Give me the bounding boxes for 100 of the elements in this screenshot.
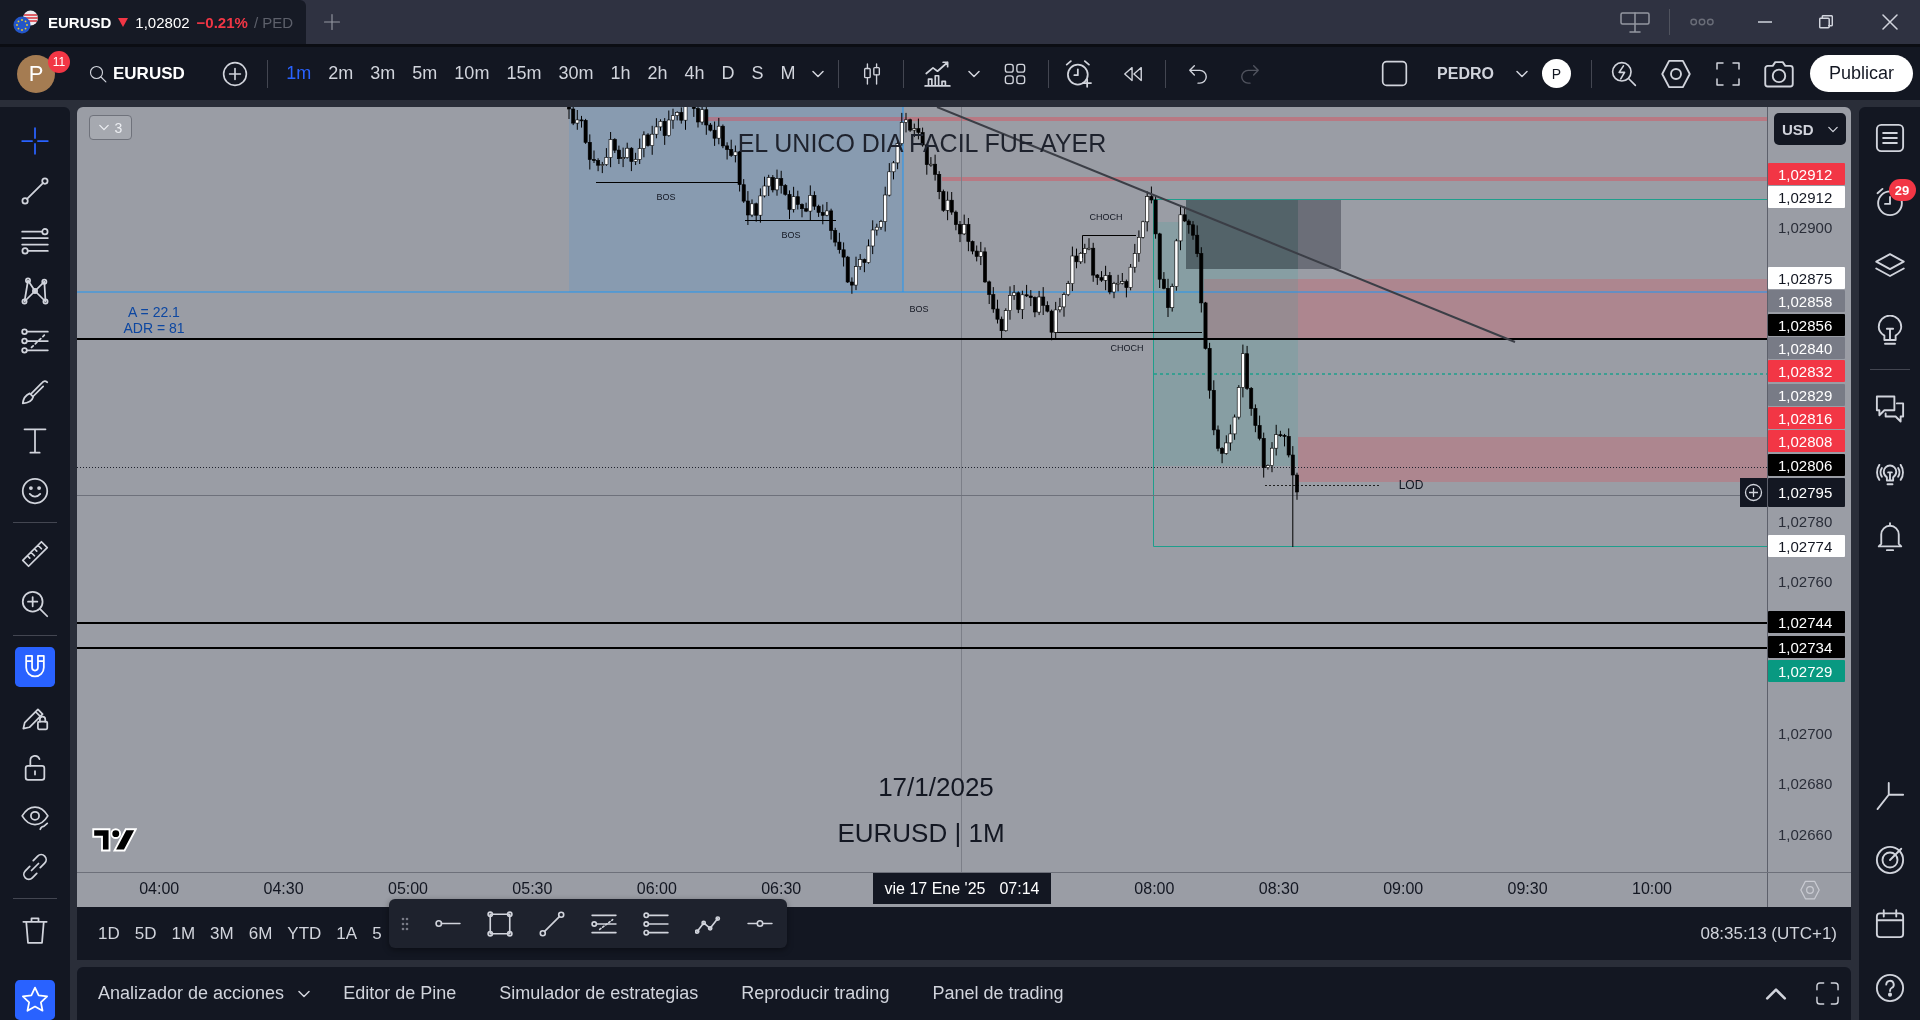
clock-time[interactable]: 08:35:13 (UTC+1)	[1700, 923, 1837, 944]
interval-button[interactable]: D	[713, 56, 743, 91]
brush-icon[interactable]	[21, 377, 49, 405]
chat-icon[interactable]	[1874, 394, 1905, 424]
close-icon[interactable]	[1882, 14, 1898, 30]
range-button[interactable]: 3M	[210, 923, 234, 944]
maximize-icon[interactable]	[1816, 982, 1839, 1005]
interval-button[interactable]: M	[772, 56, 804, 91]
drag-handle-icon[interactable]	[401, 916, 409, 931]
candles-icon[interactable]	[861, 62, 883, 85]
price-label: 1,02829	[1768, 384, 1845, 406]
chevron-up-icon[interactable]	[1764, 986, 1788, 1001]
price-label: 1,02808	[1768, 430, 1845, 452]
interval-button[interactable]: 5m	[403, 56, 446, 91]
price-tick: 1,02900	[1778, 219, 1833, 237]
search-icon	[89, 64, 107, 83]
currency-button[interactable]: USD	[1774, 113, 1846, 145]
alarm-clock-plus-icon[interactable]	[1065, 59, 1093, 88]
interval-button[interactable]: 2m	[319, 56, 362, 91]
help-icon[interactable]	[1874, 973, 1905, 1003]
price-tick: 1,02760	[1778, 573, 1833, 591]
range-button[interactable]: 1D	[98, 923, 120, 944]
grid-icon[interactable]	[1004, 62, 1026, 85]
chart-date: 17/1/2025	[878, 771, 994, 803]
range-button[interactable]: 1M	[171, 923, 196, 944]
interval-button[interactable]: 2h	[638, 56, 676, 91]
zoom-in-icon[interactable]	[21, 590, 49, 618]
interval-button[interactable]: S	[743, 56, 772, 91]
horizontal-line-icon[interactable]	[747, 918, 773, 929]
panel-tab[interactable]: Editor de Pine	[343, 983, 457, 1004]
interval-button[interactable]: 1h	[601, 56, 639, 91]
range-button[interactable]: YTD	[287, 923, 322, 944]
time-tick: 06:30	[761, 880, 802, 898]
symbol-search-button[interactable]: EURUSD	[89, 63, 185, 84]
calendar-icon[interactable]	[1874, 909, 1905, 939]
layout-name-button[interactable]: PEDRO	[1437, 64, 1494, 83]
panel-tab[interactable]: Simulador de estrategias	[499, 983, 699, 1004]
interval-button[interactable]: 3m	[361, 56, 404, 91]
currency-label: USD	[1782, 120, 1814, 138]
undo-icon[interactable]	[1187, 62, 1209, 85]
price-label: 1,02912	[1768, 163, 1845, 185]
eye-icon[interactable]	[21, 803, 49, 831]
layout-name: / PED	[253, 13, 294, 31]
chevron-down-icon[interactable]	[1515, 69, 1528, 78]
parallel-lines-icon[interactable]	[643, 910, 669, 937]
settings-icon[interactable]	[1660, 58, 1691, 89]
lightning-search-icon[interactable]	[1610, 60, 1637, 87]
forecast-icon[interactable]	[21, 327, 49, 355]
account-avatar[interactable]: P	[1541, 59, 1571, 88]
list-icon[interactable]	[1874, 123, 1905, 153]
text-icon[interactable]	[21, 427, 49, 455]
more-icon[interactable]	[1690, 18, 1714, 26]
horizontal-lines-icon[interactable]	[21, 227, 49, 255]
price-label: 1,02816	[1768, 407, 1845, 429]
angle-line-icon[interactable]	[1874, 781, 1905, 811]
fullscreen-icon[interactable]	[1715, 61, 1740, 86]
time-tick: 09:00	[1383, 880, 1424, 898]
pattern-icon[interactable]	[21, 277, 49, 305]
crosshair-time: 07:14	[999, 879, 1040, 898]
range-button[interactable]: 5	[372, 923, 382, 944]
trash-icon[interactable]	[21, 916, 49, 944]
link-icon[interactable]	[21, 853, 49, 881]
restore-icon[interactable]	[1819, 15, 1833, 29]
price-label: 1,02912	[1768, 186, 1845, 208]
monitor-icon[interactable]	[1620, 11, 1650, 33]
interval-button[interactable]: 15m	[497, 56, 550, 91]
trend-line-icon[interactable]	[539, 910, 565, 937]
trend-line-icon[interactable]	[21, 177, 49, 205]
price-tick: 1,02780	[1778, 513, 1833, 531]
publish-button[interactable]: Publicar	[1809, 55, 1913, 92]
bar-chart-icon[interactable]	[924, 60, 951, 87]
crosshair-icon[interactable]	[21, 127, 49, 155]
chevron-down-icon[interactable]	[812, 69, 824, 78]
plus-circle-icon[interactable]	[221, 60, 248, 87]
rectangle-icon[interactable]	[487, 910, 513, 937]
chevron-down-icon[interactable]	[298, 989, 311, 998]
time-tick: 05:00	[388, 880, 428, 898]
interval-button[interactable]: 4h	[675, 56, 713, 91]
time-tick: 04:00	[139, 880, 180, 898]
panel-tab[interactable]: Panel de trading	[932, 983, 1064, 1004]
ruler-icon[interactable]	[21, 540, 49, 568]
panel-tab[interactable]: Reproducir trading	[741, 983, 890, 1004]
panel-tab[interactable]: Analizador de acciones	[98, 983, 285, 1004]
plus-icon[interactable]	[323, 13, 341, 31]
horizontal-ray-icon[interactable]	[435, 918, 461, 929]
interval-button[interactable]: 30m	[549, 56, 602, 91]
chevron-down-icon[interactable]	[968, 69, 980, 78]
interval-button[interactable]: 10m	[445, 56, 498, 91]
target-icon[interactable]	[1874, 845, 1905, 875]
smiley-icon[interactable]	[21, 477, 49, 505]
camera-icon[interactable]	[1763, 58, 1794, 89]
chart-tab[interactable]: EURUSD 1,02802 −0.21% / PED	[0, 0, 306, 44]
square-icon[interactable]	[1381, 60, 1409, 87]
chevron-down-icon	[1828, 125, 1838, 133]
logo-icon	[92, 828, 137, 853]
magnet-icon[interactable]	[15, 647, 55, 687]
interval-button[interactable]: 1m	[277, 56, 320, 91]
range-button[interactable]: 1A	[336, 923, 358, 944]
range-button[interactable]: 6M	[248, 923, 273, 944]
range-button[interactable]: 5D	[134, 923, 157, 944]
